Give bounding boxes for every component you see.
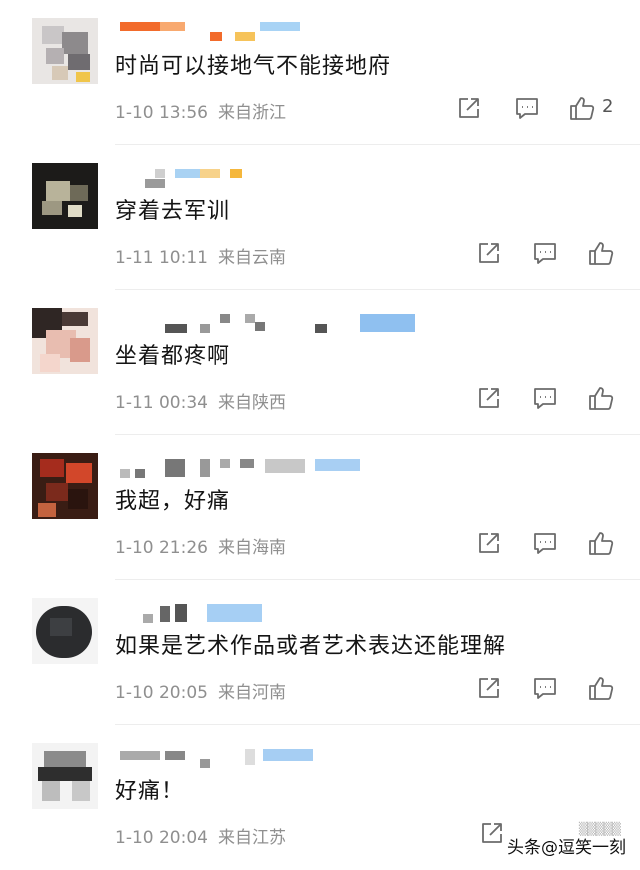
avatar[interactable] [32, 598, 98, 664]
comment-text: 穿着去军训 [115, 199, 231, 224]
comment-icon[interactable] [531, 384, 559, 412]
comment-icon[interactable] [531, 529, 559, 557]
comment-item: 时尚可以接地气不能接地府 1-10 13:56 来自浙江 2 [0, 0, 640, 145]
username-blurred[interactable] [115, 165, 435, 191]
comment-location: 来自海南 [217, 538, 286, 558]
comment-location: 来自河南 [217, 683, 286, 703]
comment-location: 来自浙江 [217, 103, 286, 123]
like-icon[interactable] [587, 529, 615, 557]
share-icon[interactable] [475, 674, 503, 702]
username-blurred[interactable] [115, 455, 435, 481]
comment-date: 1-11 10:11 [115, 248, 208, 268]
share-icon[interactable] [478, 819, 506, 847]
comment-text: 坐着都疼啊 [115, 344, 231, 369]
comment-location: 来自陕西 [217, 393, 286, 413]
avatar[interactable] [32, 308, 98, 374]
like-icon[interactable] [587, 674, 615, 702]
comment-location: 来自江苏 [217, 828, 286, 848]
comment-text: 好痛！ [115, 779, 185, 804]
comment-date: 1-10 20:04 [115, 828, 208, 848]
comment-date: 1-11 00:34 [115, 393, 208, 413]
comment-meta: 1-10 20:05 来自河南 [115, 678, 296, 703]
share-icon[interactable] [475, 529, 503, 557]
like-icon[interactable] [568, 94, 596, 122]
comment-date: 1-10 20:05 [115, 683, 208, 703]
comment-item: 如果是艺术作品或者艺术表达还能理解 1-10 20:05 来自河南 [0, 580, 640, 725]
comment-actions [475, 674, 625, 704]
comment-meta: 1-10 21:26 来自海南 [115, 533, 296, 558]
comment-meta: 1-11 10:11 来自云南 [115, 243, 296, 268]
like-icon[interactable] [587, 239, 615, 267]
comment-text: 时尚可以接地气不能接地府 [115, 54, 392, 79]
comment-date: 1-10 13:56 [115, 103, 208, 123]
like-count: 2 [602, 96, 614, 117]
comment-date: 1-10 21:26 [115, 538, 208, 558]
share-icon[interactable] [455, 94, 483, 122]
comment-actions [475, 384, 625, 414]
username-blurred[interactable] [115, 600, 435, 626]
comment-item: 我超，好痛 1-10 21:26 来自海南 [0, 435, 640, 580]
like-icon[interactable] [587, 384, 615, 412]
comment-meta: 1-10 20:04 来自江苏 [115, 823, 296, 848]
comment-icon[interactable] [513, 94, 541, 122]
username-blurred[interactable] [115, 310, 435, 336]
avatar[interactable] [32, 743, 98, 809]
watermark: 头条@逗笑一刻 [507, 838, 626, 858]
username-blurred[interactable] [115, 20, 435, 46]
comment-icon[interactable] [531, 239, 559, 267]
comment-meta: 1-11 00:34 来自陕西 [115, 388, 296, 413]
comment-item: 坐着都疼啊 1-11 00:34 来自陕西 [0, 290, 640, 435]
comment-item: 穿着去军训 1-11 10:11 来自云南 [0, 145, 640, 290]
share-icon[interactable] [475, 239, 503, 267]
comment-meta: 1-10 13:56 来自浙江 [115, 98, 296, 123]
comment-text: 如果是艺术作品或者艺术表达还能理解 [115, 634, 507, 659]
avatar[interactable] [32, 18, 98, 84]
share-icon[interactable] [475, 384, 503, 412]
comment-text: 我超，好痛 [115, 489, 231, 514]
comment-location: 来自云南 [217, 248, 286, 268]
comment-actions [475, 239, 625, 269]
avatar[interactable] [32, 453, 98, 519]
username-blurred[interactable] [115, 745, 435, 771]
comment-icon[interactable] [531, 674, 559, 702]
comment-actions: 2 [455, 94, 625, 124]
comment-actions [475, 529, 625, 559]
avatar[interactable] [32, 163, 98, 229]
